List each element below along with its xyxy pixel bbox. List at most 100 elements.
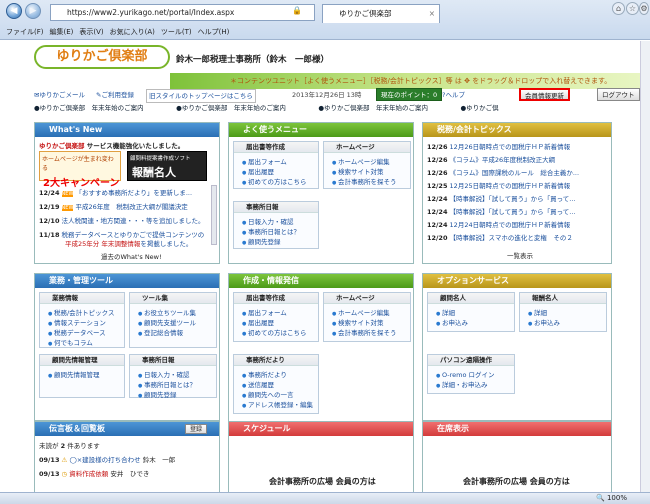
news-item[interactable]: 12/19 NEW 平成26年度 税制改正大綱が閣議決定 <box>39 201 188 211</box>
yoku-menu-title[interactable]: よく使うメニュー <box>229 123 413 137</box>
sakusei-title[interactable]: 作成・情報発信 <box>229 274 413 288</box>
help-link[interactable]: ?ヘルプ <box>442 89 465 101</box>
menu-link[interactable]: お申込み <box>436 317 468 327</box>
menu-link[interactable]: 検索サイト対策 <box>332 317 384 327</box>
logout-button[interactable]: ログアウト <box>597 88 640 101</box>
menu-link[interactable]: 日報入力・確認 <box>138 369 190 379</box>
whats-new-headline[interactable]: ゆりかご倶楽部 サービス機能強化いたしました。 <box>39 140 184 150</box>
address-bar[interactable]: https://www2.yurikago.net/portal/Index.a… <box>50 4 315 21</box>
box-title[interactable]: 事務所日報 <box>234 202 318 213</box>
box-title[interactable]: 届出書等作成 <box>234 293 318 304</box>
menu-link[interactable]: 会計事務所を探そう <box>332 176 397 186</box>
topic-item[interactable]: 12/24 【時事解説】「試して買う」から「買って... <box>427 193 575 203</box>
options-title[interactable]: オプションサービス <box>423 274 611 288</box>
box-title[interactable]: 業務情報 <box>40 293 124 304</box>
box-title[interactable]: 事務所日報 <box>130 355 216 366</box>
menu-link[interactable]: 詳細 <box>528 307 547 317</box>
forward-button[interactable]: ▶ <box>25 3 41 19</box>
menu-link[interactable]: 何でもコラム <box>48 337 93 347</box>
bulletin-item[interactable]: 09/13 ⚠ ◯×建設様の打ち合わせ 鈴木 一郎 <box>39 454 175 464</box>
menu-link[interactable]: 検索サイト対策 <box>332 166 384 176</box>
menu-link[interactable]: 事務所日報とは？ <box>138 379 196 389</box>
box-title[interactable]: 顧問名人 <box>428 293 514 304</box>
menu-link[interactable]: 初めての方はこちら <box>242 327 307 337</box>
menu-link[interactable]: お役立ちツール集 <box>138 307 196 317</box>
menu-link[interactable]: 事務所日報とは？ <box>242 226 300 236</box>
menu-favorites[interactable]: お気に入り(A) <box>110 25 155 39</box>
schedule-title[interactable]: スケジュール <box>229 422 413 436</box>
menu-link[interactable]: 税務データベース <box>48 327 106 337</box>
menu-link[interactable]: 顧問先情報管理 <box>48 369 100 379</box>
campaign-banner[interactable]: ホームページが生まれ変わる 2大キャンペーン <box>39 151 121 189</box>
box-title[interactable]: 報酬名人 <box>520 293 606 304</box>
whats-new-more-link[interactable]: 過去のWhat's New! <box>101 251 162 261</box>
mail-link[interactable]: ✉ゆりかごメール <box>34 89 85 101</box>
menu-link[interactable]: 届出履歴 <box>242 166 274 176</box>
site-logo[interactable]: ゆりかご倶楽部 <box>34 45 170 69</box>
menu-link[interactable]: 届出フォーム <box>242 156 287 166</box>
bulletin-register-button[interactable]: 登録 <box>185 424 208 434</box>
announcement-ticker[interactable]: ●ゆりかご倶楽部 年末年始のご案内 ●ゆりかご倶楽部 年末年始のご案内 ●ゆりか… <box>34 104 616 113</box>
menu-link[interactable]: ホームページ編集 <box>332 307 390 317</box>
menu-link[interactable]: 届出履歴 <box>242 317 274 327</box>
menu-link[interactable]: お申込み <box>528 317 560 327</box>
zoom-level[interactable]: 🔍 100% <box>596 493 627 504</box>
news-item-highlight[interactable]: 平成25年分 年末調整情報を掲載しました。 <box>65 238 192 248</box>
menu-link[interactable]: 届出フォーム <box>242 307 287 317</box>
menu-edit[interactable]: 編集(E) <box>50 25 74 39</box>
menu-link[interactable]: 登記総合情報 <box>138 327 183 337</box>
menu-link[interactable]: 事務所だより <box>242 369 287 379</box>
topic-item[interactable]: 12/26 《コラム》平成26年度税制改正大綱 <box>427 154 555 164</box>
box-title[interactable]: 届出書等作成 <box>234 142 318 153</box>
bulletin-item[interactable]: 09/13 ◷ 資料作成依頼 安井 ひでき <box>39 468 149 478</box>
news-item[interactable]: 12/24 NEW 「おすすめ事務所だより」を更新しま... <box>39 187 192 197</box>
hoshu-meijin-banner[interactable]: 顧問料提案書作成ソフト 報酬名人 <box>127 151 207 181</box>
menu-link[interactable]: 顧問先登録 <box>138 389 177 399</box>
browser-tab[interactable]: ゆりかご倶楽部 × <box>322 4 440 23</box>
menu-link[interactable]: 日報入力・確認 <box>242 216 294 226</box>
page-scrollbar[interactable] <box>640 41 650 492</box>
box-title[interactable]: 顧問先情報管理 <box>40 355 124 366</box>
menu-help[interactable]: ヘルプ(H) <box>198 25 230 39</box>
topic-item[interactable]: 12/20 【時事解説】スマホの進化と変権 その２ <box>427 232 573 242</box>
box-title[interactable]: ツール集 <box>130 293 216 304</box>
menu-link[interactable]: 送信履歴 <box>242 379 274 389</box>
menu-link[interactable]: 初めての方はこちら <box>242 176 307 186</box>
topics-more-link[interactable]: 一覧表示 <box>507 250 533 260</box>
back-button[interactable]: ◀ <box>6 3 22 19</box>
whats-new-title[interactable]: What's New <box>35 123 219 137</box>
topic-item[interactable]: 12/26 《コラム》国際課税のルール 総合主義か... <box>427 167 579 177</box>
box-title[interactable]: ホームページ <box>324 293 410 304</box>
menu-file[interactable]: ファイル(F) <box>6 25 44 39</box>
topic-item[interactable]: 12/24 【時事解説】「試して買う」から「買って... <box>427 206 575 216</box>
topic-item[interactable]: 12/25 12月25日朝時点での国税庁ＨＰ新着情報 <box>427 180 570 190</box>
gear-icon[interactable]: ⚙ <box>639 2 649 15</box>
menu-link[interactable]: 会計事務所を探そう <box>332 327 397 337</box>
topic-item[interactable]: 12/24 12月24日朝時点での国税庁ＨＰ新着情報 <box>427 219 570 229</box>
menu-link[interactable]: ホームページ編集 <box>332 156 390 166</box>
menu-tools[interactable]: ツール(T) <box>161 25 192 39</box>
menu-link[interactable]: アドレス帳登録・編集 <box>242 399 313 409</box>
zaiseki-title[interactable]: 在席表示 <box>423 422 611 436</box>
topic-item[interactable]: 12/26 12月26日朝時点での国税庁ＨＰ新着情報 <box>427 141 570 151</box>
menu-view[interactable]: 表示(V) <box>79 25 103 39</box>
menu-link[interactable]: 情報ステーション <box>48 317 106 327</box>
topics-title[interactable]: 税務/会計トピックス <box>423 123 611 137</box>
old-style-link[interactable]: 旧スタイルのトップページはこちら <box>146 89 256 103</box>
member-update-button[interactable]: 会員情報更新 <box>519 88 570 101</box>
tab-close-icon[interactable]: × <box>429 5 435 23</box>
home-icon[interactable]: ⌂ <box>612 2 625 15</box>
menu-link[interactable]: O-remo ログイン <box>436 369 495 379</box>
star-icon[interactable]: ☆ <box>626 2 639 15</box>
menu-link[interactable]: 顧問先支援ツール <box>138 317 196 327</box>
menu-link[interactable]: 税務/会計トピックス <box>48 307 115 317</box>
menu-link[interactable]: 顧問先登録 <box>242 236 281 246</box>
box-title[interactable]: ホームページ <box>324 142 410 153</box>
menu-link[interactable]: 顧問先への一言 <box>242 389 294 399</box>
box-title[interactable]: 事務所だより <box>234 355 318 366</box>
news-item[interactable]: 12/10 法人税関連・地方関連・・・等を追加しました。 <box>39 215 205 225</box>
box-title[interactable]: パソコン遠隔操作 <box>428 355 514 366</box>
scrollbar[interactable] <box>211 185 217 245</box>
menu-link[interactable]: 詳細 <box>436 307 455 317</box>
register-link[interactable]: ✎ご利用登録 <box>96 89 134 101</box>
